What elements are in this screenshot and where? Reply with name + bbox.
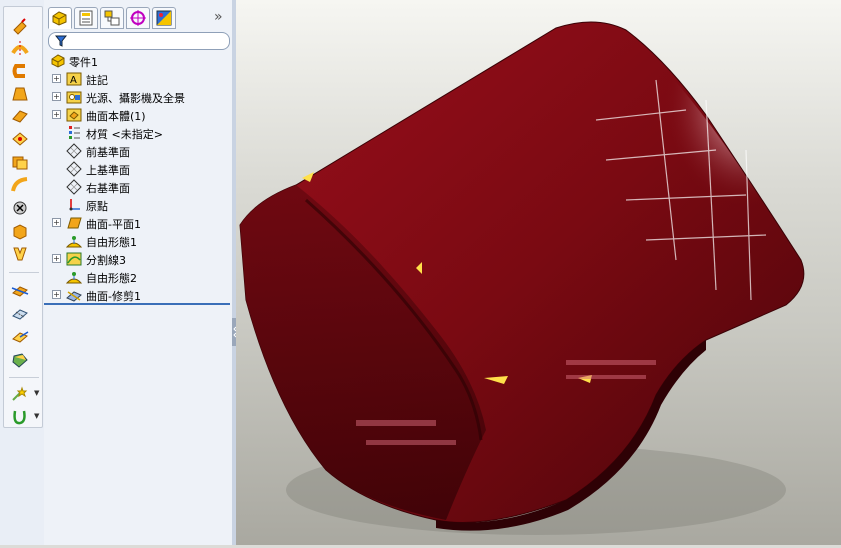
curves-icon[interactable] bbox=[10, 408, 30, 426]
more-tabs-button[interactable]: » bbox=[214, 9, 223, 25]
tree-item-label: 零件1 bbox=[69, 56, 98, 69]
tree-item-label: 自由形態1 bbox=[86, 236, 137, 249]
replace-face-icon[interactable] bbox=[10, 222, 30, 240]
revolved-surface-icon[interactable] bbox=[10, 39, 30, 57]
tree-item-label: 自由形態2 bbox=[86, 272, 137, 285]
extend-surface-icon[interactable] bbox=[10, 328, 30, 346]
tree-item-part[interactable]: 零件1 bbox=[44, 52, 230, 70]
swept-surface-icon[interactable] bbox=[10, 62, 30, 80]
tree-item-front-plane[interactable]: 前基準面 bbox=[44, 142, 230, 160]
plane-icon bbox=[66, 179, 82, 195]
property-manager-icon bbox=[79, 10, 93, 26]
planar-surface-icon bbox=[67, 217, 82, 229]
configuration-manager-icon bbox=[104, 10, 120, 26]
reference-geometry-icon[interactable] bbox=[10, 385, 30, 403]
tree-item-split-line[interactable]: + 分割線3 bbox=[44, 250, 230, 268]
tree-filter[interactable] bbox=[48, 32, 230, 50]
tree-item-planar-surface[interactable]: + 曲面-平面1 bbox=[44, 214, 230, 232]
tree-item-material[interactable]: 材質 <未指定> bbox=[44, 124, 230, 142]
surface-bodies-icon bbox=[66, 108, 82, 122]
filter-input[interactable] bbox=[69, 34, 223, 48]
freeform-icon bbox=[66, 236, 82, 248]
graphics-area[interactable] bbox=[236, 0, 841, 545]
tree-item-freeform-2[interactable]: 自由形態2 bbox=[44, 268, 230, 286]
tree-item-surface-bodies[interactable]: + 曲面本體(1) bbox=[44, 106, 230, 124]
part-icon bbox=[51, 54, 65, 68]
expand-toggle[interactable]: + bbox=[52, 110, 61, 119]
display-manager-icon bbox=[156, 10, 172, 26]
knit-surface-icon[interactable] bbox=[10, 351, 30, 369]
curves-dropdown[interactable]: ▼ bbox=[34, 412, 39, 420]
svg-text:A: A bbox=[70, 75, 77, 86]
surfaces-toolbar: ▼ ▼ bbox=[0, 0, 45, 545]
boundary-surface-icon[interactable] bbox=[10, 107, 30, 125]
tree-item-trim-surface[interactable]: + 曲面-修剪1 bbox=[44, 286, 230, 304]
tree-item-label: 註記 bbox=[86, 74, 108, 87]
tree-item-origin[interactable]: 原點 bbox=[44, 196, 230, 214]
delete-face-icon[interactable] bbox=[10, 199, 30, 217]
filter-icon bbox=[55, 35, 67, 47]
freeform-icon[interactable] bbox=[10, 153, 30, 171]
toolbar-separator bbox=[9, 272, 39, 273]
reference-geometry-dropdown[interactable]: ▼ bbox=[34, 389, 39, 397]
plane-icon bbox=[66, 161, 82, 177]
rollback-bar[interactable] bbox=[44, 303, 230, 305]
tab-feature-manager[interactable] bbox=[48, 7, 72, 29]
lights-cameras-scene-icon bbox=[66, 91, 82, 104]
untrim-surface-icon[interactable] bbox=[10, 305, 30, 323]
ruled-surface-icon[interactable] bbox=[10, 245, 30, 263]
split-line-icon bbox=[66, 252, 82, 266]
extruded-surface-icon[interactable] bbox=[10, 17, 30, 35]
tree-item-label: 分割線3 bbox=[86, 254, 126, 267]
tree-item-label: 上基準面 bbox=[86, 164, 130, 177]
tree-item-label: 右基準面 bbox=[86, 182, 130, 195]
expand-toggle[interactable]: + bbox=[52, 74, 61, 83]
feature-manager-icon bbox=[52, 11, 67, 26]
material-icon bbox=[69, 126, 80, 139]
tab-display-manager[interactable] bbox=[152, 7, 176, 29]
car-hood-model[interactable] bbox=[236, 0, 841, 545]
feature-manager-tabs: » bbox=[46, 5, 230, 29]
trim-surface-icon[interactable] bbox=[10, 282, 30, 300]
tree-item-annotations[interactable]: + A 註記 bbox=[44, 70, 230, 88]
feature-manager-panel: » 零件1 + A 註記 + 光源、攝影機及全景 + 曲面本體(1) 材質 <未… bbox=[44, 0, 233, 545]
lofted-surface-icon[interactable] bbox=[10, 85, 30, 103]
freeform-icon bbox=[66, 272, 82, 284]
tree-item-lights-cameras[interactable]: + 光源、攝影機及全景 bbox=[44, 88, 230, 106]
tree-item-freeform-1[interactable]: 自由形態1 bbox=[44, 232, 230, 250]
plane-icon bbox=[66, 143, 82, 159]
tree-item-label: 曲面-平面1 bbox=[86, 218, 141, 231]
tree-item-label: 曲面本體(1) bbox=[86, 110, 146, 123]
tree-item-label: 材質 <未指定> bbox=[86, 128, 163, 141]
tab-property-manager[interactable] bbox=[74, 7, 98, 29]
tree-item-right-plane[interactable]: 右基準面 bbox=[44, 178, 230, 196]
origin-icon bbox=[69, 199, 80, 211]
expand-toggle[interactable]: + bbox=[52, 290, 61, 299]
expand-toggle[interactable]: + bbox=[52, 254, 61, 263]
tree-item-label: 光源、攝影機及全景 bbox=[86, 92, 185, 105]
tab-configuration-manager[interactable] bbox=[100, 7, 124, 29]
trim-surface-icon bbox=[66, 291, 82, 302]
dimxpert-icon bbox=[130, 10, 146, 26]
expand-toggle[interactable]: + bbox=[52, 218, 61, 227]
annotations-icon: A bbox=[66, 72, 82, 86]
tree-item-label: 原點 bbox=[86, 200, 108, 213]
filled-surface-icon[interactable] bbox=[10, 130, 30, 148]
tab-dimxpert-manager[interactable] bbox=[126, 7, 150, 29]
toolbar-separator bbox=[9, 377, 39, 378]
expand-toggle[interactable]: + bbox=[52, 92, 61, 101]
tree-item-label: 曲面-修剪1 bbox=[86, 290, 141, 303]
offset-surface-icon[interactable] bbox=[10, 176, 30, 194]
tree-item-label: 前基準面 bbox=[86, 146, 130, 159]
toolbar-panel: ▼ ▼ bbox=[3, 6, 43, 428]
tree-item-top-plane[interactable]: 上基準面 bbox=[44, 160, 230, 178]
